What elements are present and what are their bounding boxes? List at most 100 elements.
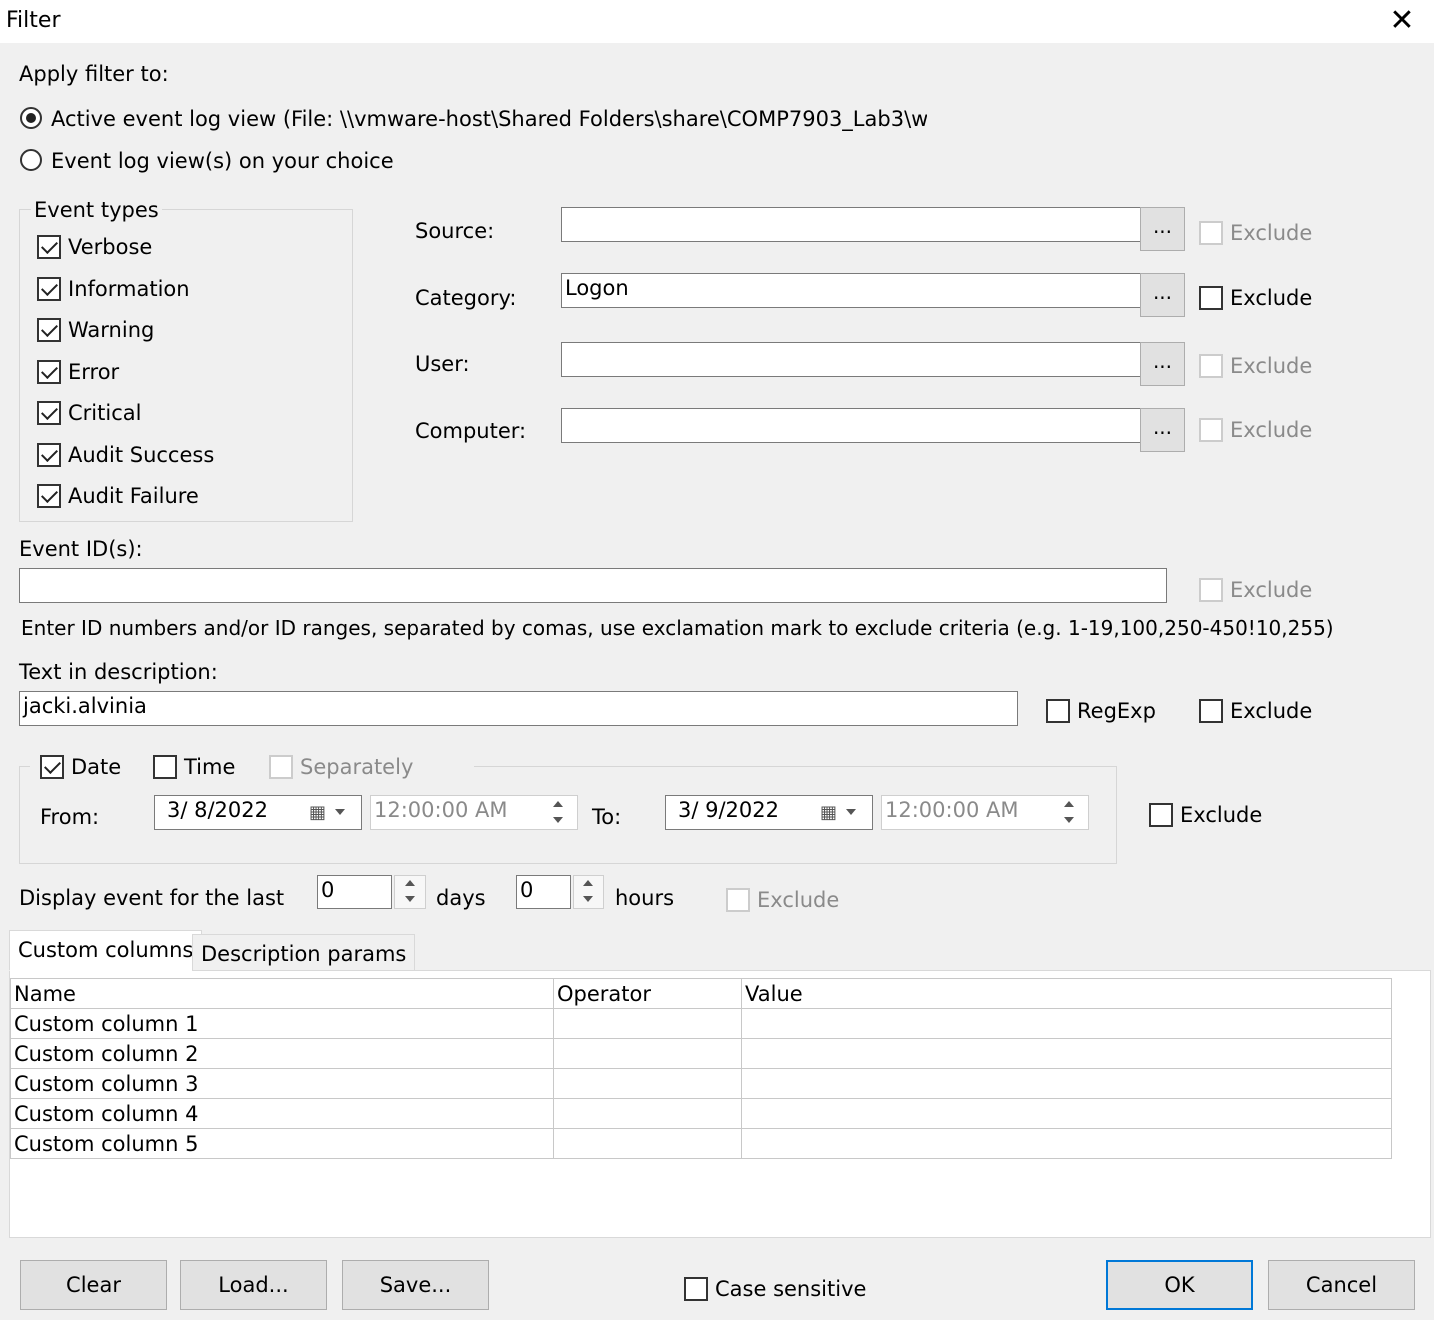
from-date-picker[interactable]: 3/ 8/2022 — [154, 795, 362, 830]
row-value[interactable] — [741, 1098, 1392, 1129]
table-row[interactable]: Custom column 2 — [10, 1038, 1392, 1069]
to-date-picker[interactable]: 3/ 9/2022 — [665, 795, 873, 830]
date-exclude-label: Exclude — [1180, 803, 1263, 827]
user-browse-button[interactable]: ... — [1140, 342, 1185, 386]
row-value[interactable] — [741, 1128, 1392, 1159]
source-exclude-checkbox[interactable] — [1199, 221, 1223, 245]
event-ids-exclude-label: Exclude — [1230, 578, 1313, 602]
date-checkbox[interactable] — [40, 755, 64, 779]
close-icon[interactable]: ✕ — [1384, 4, 1420, 38]
event-ids-label: Event ID(s): — [19, 537, 143, 561]
calendar-icon[interactable]: ▦ — [309, 802, 326, 823]
row-operator[interactable] — [553, 1098, 742, 1129]
row-operator[interactable] — [553, 1038, 742, 1069]
clear-button[interactable]: Clear — [20, 1260, 167, 1310]
audit-success-checkbox[interactable] — [37, 443, 61, 467]
last-label: Display event for the last — [19, 886, 285, 910]
description-input[interactable]: jacki.alvinia — [19, 691, 1018, 726]
date-exclude-checkbox[interactable] — [1149, 803, 1173, 827]
days-up-icon[interactable] — [405, 880, 415, 886]
column-header-operator[interactable]: Operator — [553, 978, 742, 1009]
row-operator[interactable] — [553, 1128, 742, 1159]
warning-checkbox[interactable] — [37, 318, 61, 342]
last-exclude-checkbox[interactable] — [726, 888, 750, 912]
category-exclude-checkbox[interactable] — [1199, 286, 1223, 310]
computer-browse-button[interactable]: ... — [1140, 408, 1185, 452]
time-label: Time — [184, 755, 236, 779]
last-exclude-label: Exclude — [757, 888, 840, 912]
case-sensitive-label: Case sensitive — [715, 1277, 867, 1301]
row-name[interactable]: Custom column 5 — [10, 1128, 554, 1159]
audit-failure-checkbox[interactable] — [37, 484, 61, 508]
case-sensitive-checkbox[interactable] — [684, 1277, 708, 1301]
information-checkbox[interactable] — [37, 277, 61, 301]
user-input[interactable] — [561, 342, 1142, 377]
days-input[interactable]: 0 — [317, 875, 392, 909]
cancel-button[interactable]: Cancel — [1268, 1260, 1415, 1310]
to-time-input[interactable]: 12:00:00 AM — [881, 795, 1089, 830]
days-down-icon[interactable] — [405, 896, 415, 902]
source-label: Source: — [415, 219, 495, 243]
row-operator[interactable] — [553, 1068, 742, 1099]
description-label: Text in description: — [19, 660, 218, 684]
load-button[interactable]: Load... — [180, 1260, 327, 1310]
row-value[interactable] — [741, 1068, 1392, 1099]
category-label: Category: — [415, 286, 517, 310]
category-exclude-label: Exclude — [1230, 286, 1313, 310]
row-value[interactable] — [741, 1008, 1392, 1039]
chevron-down-icon[interactable] — [335, 809, 345, 815]
verbose-label: Verbose — [68, 235, 153, 259]
to-time-up-icon[interactable] — [1064, 801, 1074, 807]
row-name[interactable]: Custom column 3 — [10, 1068, 554, 1099]
regexp-checkbox[interactable] — [1046, 699, 1070, 723]
from-time-up-icon[interactable] — [553, 801, 563, 807]
category-input[interactable]: Logon — [561, 273, 1142, 308]
error-checkbox[interactable] — [37, 360, 61, 384]
warning-label: Warning — [68, 318, 155, 342]
table-row[interactable]: Custom column 5 — [10, 1128, 1392, 1159]
verbose-checkbox[interactable] — [37, 235, 61, 259]
table-row[interactable]: Custom column 3 — [10, 1068, 1392, 1099]
hours-input[interactable]: 0 — [516, 875, 571, 909]
to-label: To: — [592, 805, 622, 829]
column-header-value[interactable]: Value — [741, 978, 1392, 1009]
active-log-radio[interactable] — [20, 107, 42, 129]
source-browse-button[interactable]: ... — [1140, 207, 1185, 251]
ok-button[interactable]: OK — [1106, 1260, 1253, 1310]
source-exclude-label: Exclude — [1230, 221, 1313, 245]
calendar-icon[interactable]: ▦ — [820, 802, 837, 823]
description-exclude-label: Exclude — [1230, 699, 1313, 723]
error-label: Error — [68, 360, 120, 384]
description-exclude-checkbox[interactable] — [1199, 699, 1223, 723]
category-browse-button[interactable]: ... — [1140, 273, 1185, 317]
event-ids-exclude-checkbox[interactable] — [1199, 578, 1223, 602]
critical-checkbox[interactable] — [37, 401, 61, 425]
from-time-input[interactable]: 12:00:00 AM — [370, 795, 578, 830]
column-header-name[interactable]: Name — [10, 978, 554, 1009]
row-operator[interactable] — [553, 1008, 742, 1039]
hours-up-icon[interactable] — [583, 880, 593, 886]
row-value[interactable] — [741, 1038, 1392, 1069]
computer-exclude-checkbox[interactable] — [1199, 418, 1223, 442]
computer-input[interactable] — [561, 408, 1142, 443]
tab-description-params[interactable]: Description params — [192, 934, 416, 971]
separately-checkbox[interactable] — [269, 755, 293, 779]
row-name[interactable]: Custom column 4 — [10, 1098, 554, 1129]
chevron-down-icon[interactable] — [846, 809, 856, 815]
time-checkbox[interactable] — [153, 755, 177, 779]
save-button[interactable]: Save... — [342, 1260, 489, 1310]
user-exclude-checkbox[interactable] — [1199, 354, 1223, 378]
table-row[interactable]: Custom column 1 — [10, 1008, 1392, 1039]
custom-columns-table: Name Operator Value Custom column 1 Cust… — [10, 978, 1392, 1159]
from-time-down-icon[interactable] — [553, 817, 563, 823]
choice-log-radio[interactable] — [20, 149, 42, 171]
row-name[interactable]: Custom column 1 — [10, 1008, 554, 1039]
event-ids-input[interactable] — [19, 568, 1167, 603]
critical-label: Critical — [68, 401, 142, 425]
row-name[interactable]: Custom column 2 — [10, 1038, 554, 1069]
table-row[interactable]: Custom column 4 — [10, 1098, 1392, 1129]
source-input[interactable] — [561, 207, 1142, 242]
hours-down-icon[interactable] — [583, 896, 593, 902]
tab-custom-columns[interactable]: Custom columns — [9, 930, 203, 971]
to-time-down-icon[interactable] — [1064, 817, 1074, 823]
